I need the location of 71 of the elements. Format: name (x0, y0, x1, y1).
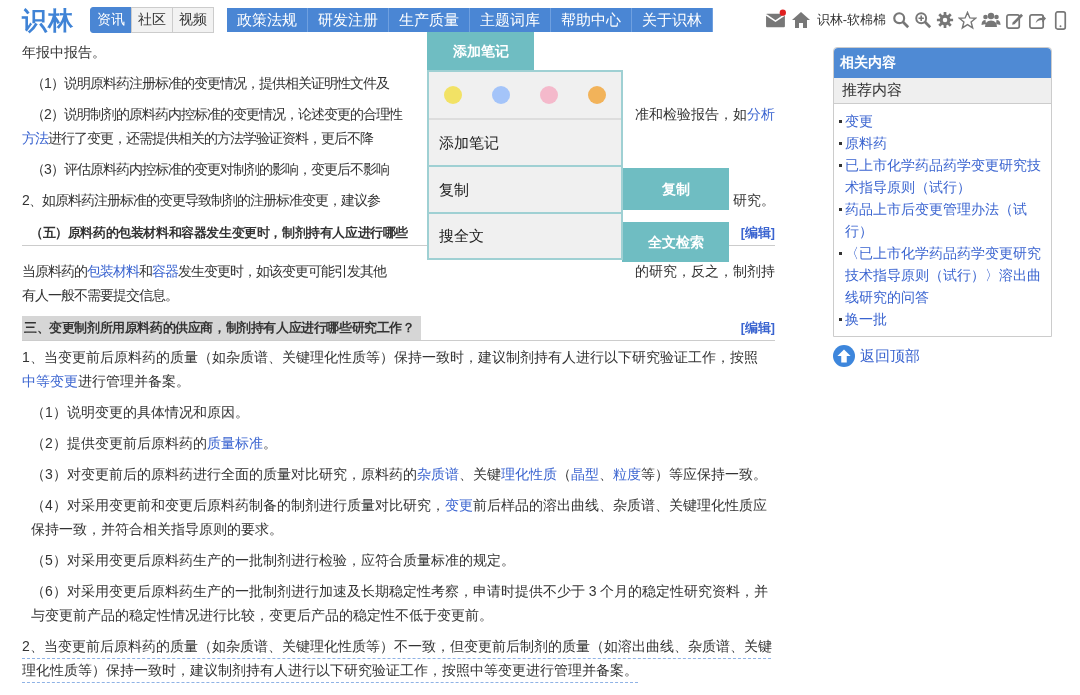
paragraph-text: 当原料药的包装材料和容器发生变更时，如该变更可能引发其他 (22, 262, 386, 281)
star-icon[interactable] (958, 10, 977, 30)
paragraph-text: 方法进行了变更，还需提供相关的方法学验证资料，更后不降 (22, 129, 373, 148)
link[interactable]: 理化性质 (500, 466, 557, 482)
settings-icon[interactable] (936, 11, 954, 29)
panel-title: 相关内容 (834, 48, 1051, 78)
paragraph: （5）对采用变更后原料药生产的一批制剂进行检验，应符合质量标准的规定。 (30, 551, 515, 570)
nav-item[interactable]: 关于识林 (632, 8, 713, 32)
paragraph: （2）提供变更前后原料药的质量标准。 (30, 434, 277, 453)
paragraph: （1）说明变更的具体情况和原因。 (30, 403, 249, 422)
back-to-top-link[interactable]: 返回顶部 (860, 346, 920, 366)
paragraph: （6）对采用变更后原料药生产的一批制剂进行加速及长期稳定性考察，申请时提供不少于 3 个月的稳定性研究资料，并与变更前产品的稳定性情况进行比较，变更后产品的稳定性不低于变更前。 (30, 582, 770, 625)
paragraph: （3）对变更前后的原料药进行全面的质量对比研究，原料药的杂质谱、关键理化性质（晶型、粒度等）等应保持一致。 (30, 465, 767, 484)
link[interactable]: 包装材料 (87, 263, 139, 279)
edit-link[interactable]: [编辑] (740, 316, 775, 340)
paragraph-text: 的研究，反之，制剂持 (635, 262, 775, 281)
bullet-icon (839, 120, 842, 123)
edit-link[interactable]: [编辑] (740, 221, 775, 245)
paragraph-text: （3）评估原料药内控标准的变更对制剂的影响，变更后不影响 (30, 160, 389, 179)
paragraph-text: 准和检验报告，如分析 (635, 105, 775, 124)
paragraph-text: 研究。 (733, 191, 775, 210)
color-dot[interactable] (492, 86, 510, 104)
paragraph-text: 2、如原料药注册标准的变更导致制剂的注册标准变更，建议参 (22, 191, 380, 210)
nav-item[interactable]: 政策法规 (227, 8, 308, 32)
link[interactable]: 质量标准 (206, 435, 263, 451)
search-icon[interactable] (892, 11, 910, 29)
bullet-icon (839, 318, 842, 321)
related-link[interactable]: 药品上市后变更管理办法（试行） (845, 198, 1047, 242)
link[interactable]: 容器 (152, 263, 178, 279)
nav-item[interactable]: 研发注册 (308, 8, 389, 32)
related-link[interactable]: 〈已上市化学药品药学变更研究技术指导原则（试行）〉溶出曲线研究的问答 (845, 242, 1047, 308)
related-link[interactable]: 换一批 (845, 308, 887, 330)
nav-tab[interactable]: 视频 (172, 7, 214, 33)
link[interactable]: 杂质谱 (416, 466, 459, 482)
link[interactable]: 方法 (22, 130, 48, 146)
paragraph-text: 有人一般不需要提交信息。 (22, 286, 178, 305)
paragraph: 1、当变更前后原料药的质量（如杂质谱、关键理化性质等）保持一致时，建议制剂持有人进行以下研究验证工作，按照 中等变更进行管理并备案。 (22, 348, 759, 391)
site-logo[interactable]: 识林 (22, 3, 74, 37)
paragraph-text: （1）说明原料药注册标准的变更情况，提供相关证明性文件及 (30, 74, 389, 93)
related-link[interactable]: 已上市化学药品药学变更研究技术指导原则（试行） (845, 154, 1047, 198)
bullet-icon (839, 142, 842, 145)
color-dot[interactable] (444, 86, 462, 104)
link[interactable]: 变更 (444, 497, 473, 513)
related-link[interactable]: 原料药 (845, 132, 887, 154)
panel-subtitle: 推荐内容 (834, 78, 1051, 104)
paragraph: 2、当变更前后原料药的质量（如杂质谱、关键理化性质等）不一致，但变更前后制剂的质量（如溶出曲线、杂质谱、关键理化性质等）保持一致时，建议制剂持有人进行以下研究验证工作，按照中等变更进行管理并备案。 (22, 637, 773, 680)
related-link[interactable]: 变更 (845, 110, 873, 132)
paragraph-text: （2）说明制剂的原料药内控标准的变更情况，论述变更的合理性 (30, 105, 402, 124)
nav-item[interactable]: 帮助中心 (551, 8, 632, 32)
section-heading: （五）原料药的包装材料和容器发生变更时，制剂持有人应进行哪些 (29, 224, 409, 242)
home-icon[interactable] (790, 10, 811, 30)
section-heading: 三、变更制剂所用原料药的供应商，制剂持有人应进行哪些研究工作？ (22, 316, 421, 340)
users-icon[interactable] (981, 10, 1001, 30)
menu-item[interactable]: 搜全文 (429, 214, 621, 258)
bullet-icon (839, 208, 842, 211)
link[interactable]: 分析 (747, 106, 775, 122)
nav-tab[interactable]: 社区 (131, 7, 173, 33)
color-dot[interactable] (540, 86, 558, 104)
zoom-in-icon[interactable] (914, 11, 932, 29)
color-dot[interactable] (588, 86, 606, 104)
paragraph: （4）对采用变更前和变更后原料药制备的制剂进行质量对比研究，变更前后样品的溶出曲线、杂质谱、关键理化性质应保持一致，并符合相关指导原则的要求。 (30, 496, 768, 539)
link[interactable]: 粒度 (612, 466, 641, 482)
menu-item[interactable]: 复制 (429, 167, 621, 214)
nav-tab[interactable]: 资讯 (90, 7, 132, 33)
menu-item[interactable]: 添加笔记 (429, 120, 621, 167)
user-name[interactable]: 识林-软棉棉 (816, 11, 886, 29)
link[interactable]: 晶型 (570, 466, 599, 482)
bullet-icon (839, 164, 842, 167)
link[interactable]: 中等变更 (22, 373, 78, 389)
paragraph: 年报中报告。 (22, 43, 106, 62)
bullet-icon (839, 252, 842, 255)
